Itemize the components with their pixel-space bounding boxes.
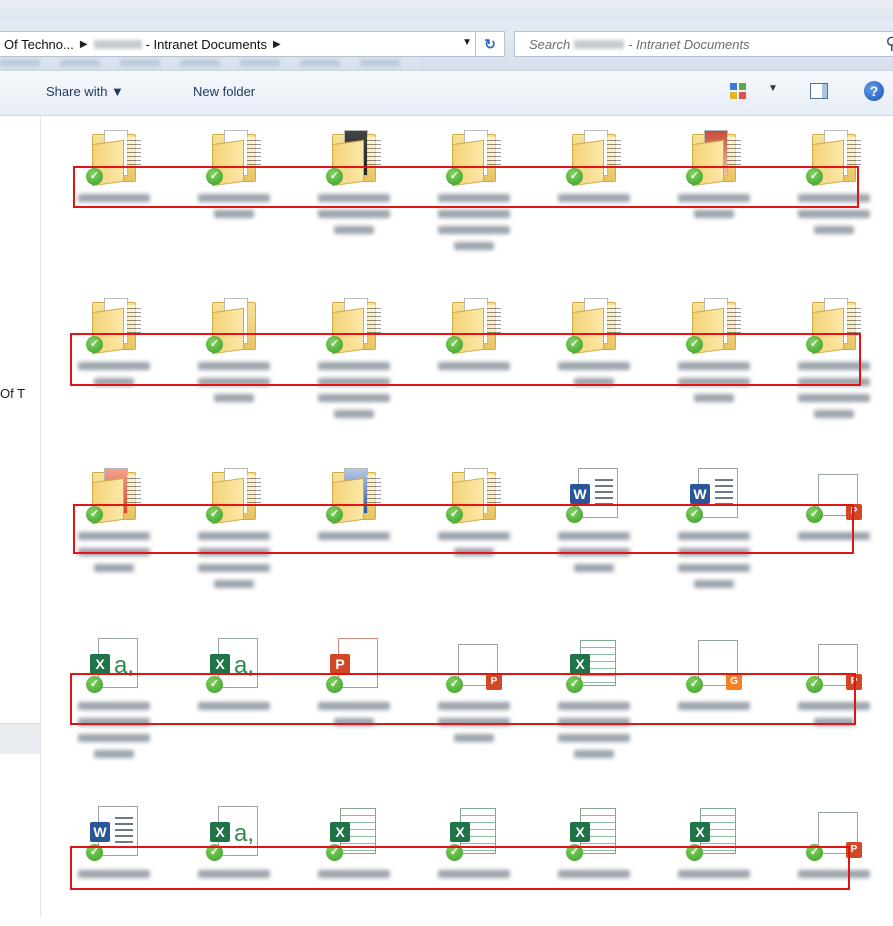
new-folder-button[interactable]: New folder (193, 84, 255, 99)
refresh-button[interactable]: ↻ (475, 32, 504, 56)
breadcrumb-segment-current[interactable]: - Intranet Documents (146, 37, 267, 52)
search-input[interactable]: Search - Intranet Documents ⚲ (514, 31, 893, 57)
search-placeholder-suffix: - Intranet Documents (628, 36, 750, 52)
title-strip (0, 0, 893, 20)
highlight-box (73, 166, 859, 208)
highlight-box (70, 333, 861, 386)
address-dropdown-icon[interactable]: ▼ (462, 37, 472, 48)
redacted-text (574, 39, 625, 49)
navigation-bar: Of Techno... ▶ - Intranet Documents ▶ ▼ … (0, 20, 893, 71)
help-button[interactable]: ? (864, 81, 884, 101)
navigation-pane[interactable]: Of T (0, 116, 41, 917)
highlight-box (70, 673, 856, 725)
highlight-box (73, 504, 854, 554)
breadcrumb-segment[interactable]: Of Techno... (4, 37, 74, 52)
breadcrumb-separator-icon[interactable]: ▶ (273, 39, 281, 50)
address-bar[interactable]: Of Techno... ▶ - Intranet Documents ▶ ▼ … (0, 31, 505, 57)
breadcrumb-separator-icon[interactable]: ▶ (80, 39, 88, 50)
preview-pane-icon[interactable] (810, 83, 828, 99)
view-dropdown-icon[interactable]: ▼ (768, 83, 778, 94)
search-placeholder: Search (529, 36, 571, 52)
share-with-button[interactable]: Share with ▼ (46, 84, 124, 99)
highlight-box (70, 846, 850, 890)
redacted-path-strip (0, 60, 420, 66)
nav-item-label[interactable]: Of T (0, 386, 25, 401)
redacted-text (93, 39, 142, 49)
change-view-icon[interactable] (730, 83, 746, 99)
search-icon[interactable]: ⚲ (886, 34, 893, 54)
command-toolbar: Share with ▼ New folder ▼ ? (0, 71, 893, 116)
nav-scroll-bar[interactable] (0, 723, 40, 754)
